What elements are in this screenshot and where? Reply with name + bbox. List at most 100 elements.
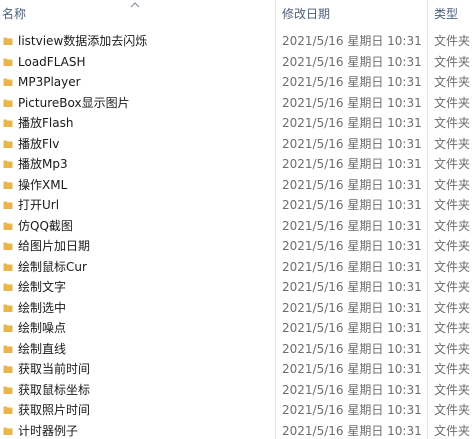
file-date-modified: 2021/5/16 星期日 10:31	[282, 136, 422, 151]
file-type: 文件夹	[434, 34, 471, 48]
file-type: 文件夹	[434, 362, 471, 376]
file-name[interactable]: 获取当前时间	[18, 359, 90, 380]
file-name[interactable]: 播放Flash	[18, 113, 73, 134]
folder-icon	[3, 140, 13, 148]
file-name[interactable]: 打开Url	[18, 195, 59, 216]
folder-icon	[3, 119, 13, 127]
folder-icon	[3, 406, 13, 414]
file-type: 文件夹	[434, 157, 471, 171]
file-name[interactable]: MP3Player	[18, 72, 81, 93]
file-name[interactable]: 给图片加日期	[18, 236, 90, 257]
file-date-modified: 2021/5/16 星期日 10:31	[282, 116, 422, 130]
file-date-modified: 2021/5/16 星期日 10:31	[282, 54, 422, 69]
file-row[interactable]: 绘制鼠标Cur 2021/5/16 星期日 10:31 文件夹	[0, 257, 474, 278]
file-date-modified: 2021/5/16 星期日 10:31	[282, 259, 422, 274]
file-type: 文件夹	[434, 423, 471, 438]
file-row[interactable]: 绘制直线 2021/5/16 星期日 10:31 文件夹	[0, 339, 474, 360]
folder-icon	[3, 78, 13, 86]
file-date-modified: 2021/5/16 星期日 10:31	[282, 382, 422, 397]
column-header-date-modified[interactable]: 修改日期	[276, 0, 430, 29]
file-name[interactable]: 绘制直线	[18, 339, 66, 360]
folder-icon	[3, 263, 13, 271]
file-date-modified: 2021/5/16 星期日 10:31	[282, 157, 422, 171]
file-name[interactable]: 播放Mp3	[18, 154, 68, 175]
file-name[interactable]: 操作XML	[18, 175, 67, 196]
file-date-modified: 2021/5/16 星期日 10:31	[282, 300, 422, 315]
file-row[interactable]: 操作XML 2021/5/16 星期日 10:31 文件夹	[0, 175, 474, 196]
file-date-modified: 2021/5/16 星期日 10:31	[282, 34, 422, 48]
file-row[interactable]: listview数据添加去闪烁 2021/5/16 星期日 10:31 文件夹	[0, 31, 474, 52]
folder-icon	[3, 222, 13, 230]
file-type: 文件夹	[434, 382, 471, 397]
folder-icon	[3, 37, 13, 45]
file-type: 文件夹	[434, 403, 471, 417]
file-row[interactable]: LoadFLASH 2021/5/16 星期日 10:31 文件夹	[0, 52, 474, 73]
column-header-type-label: 类型	[434, 7, 459, 21]
file-name[interactable]: PictureBox显示图片	[18, 93, 130, 114]
folder-icon	[3, 304, 13, 312]
file-type: 文件夹	[434, 341, 471, 356]
file-type: 文件夹	[434, 54, 471, 69]
file-row[interactable]: 获取当前时间 2021/5/16 星期日 10:31 文件夹	[0, 359, 474, 380]
file-date-modified: 2021/5/16 星期日 10:31	[282, 423, 422, 438]
file-row[interactable]: 获取照片时间 2021/5/16 星期日 10:31 文件夹	[0, 400, 474, 421]
file-row[interactable]: PictureBox显示图片 2021/5/16 星期日 10:31 文件夹	[0, 93, 474, 114]
file-name[interactable]: 仿QQ截图	[18, 216, 73, 237]
folder-icon	[3, 181, 13, 189]
file-row[interactable]: 播放Mp3 2021/5/16 星期日 10:31 文件夹	[0, 154, 474, 175]
folder-icon	[3, 160, 13, 168]
folder-icon	[3, 283, 13, 291]
column-header-type[interactable]: 类型	[428, 0, 474, 29]
file-row[interactable]: MP3Player 2021/5/16 星期日 10:31 文件夹	[0, 72, 474, 93]
file-row[interactable]: 获取鼠标坐标 2021/5/16 星期日 10:31 文件夹	[0, 380, 474, 401]
file-type: 文件夹	[434, 75, 471, 89]
column-header-date-label: 修改日期	[282, 7, 331, 21]
file-type: 文件夹	[434, 198, 471, 212]
file-row[interactable]: 计时器例子 2021/5/16 星期日 10:31 文件夹	[0, 421, 474, 439]
column-header-name-label: 名称	[2, 7, 27, 21]
file-name[interactable]: LoadFLASH	[18, 52, 86, 73]
file-name[interactable]: 绘制选中	[18, 298, 66, 319]
file-name[interactable]: 绘制鼠标Cur	[18, 257, 87, 278]
file-date-modified: 2021/5/16 星期日 10:31	[282, 403, 422, 417]
file-date-modified: 2021/5/16 星期日 10:31	[282, 95, 422, 110]
folder-icon	[3, 365, 13, 373]
file-row[interactable]: 绘制选中 2021/5/16 星期日 10:31 文件夹	[0, 298, 474, 319]
folder-icon	[3, 99, 13, 107]
file-date-modified: 2021/5/16 星期日 10:31	[282, 75, 422, 89]
sort-ascending-icon	[130, 2, 140, 8]
folder-icon	[3, 58, 13, 66]
file-date-modified: 2021/5/16 星期日 10:31	[282, 198, 422, 212]
file-name[interactable]: listview数据添加去闪烁	[18, 31, 147, 52]
file-date-modified: 2021/5/16 星期日 10:31	[282, 177, 422, 192]
folder-icon	[3, 324, 13, 332]
file-type: 文件夹	[434, 239, 471, 253]
file-row[interactable]: 播放Flv 2021/5/16 星期日 10:31 文件夹	[0, 134, 474, 155]
file-row[interactable]: 仿QQ截图 2021/5/16 星期日 10:31 文件夹	[0, 216, 474, 237]
folder-icon	[3, 345, 13, 353]
folder-icon	[3, 201, 13, 209]
file-row[interactable]: 绘制文字 2021/5/16 星期日 10:31 文件夹	[0, 277, 474, 298]
file-type: 文件夹	[434, 300, 471, 315]
file-date-modified: 2021/5/16 星期日 10:31	[282, 321, 422, 335]
file-row[interactable]: 绘制噪点 2021/5/16 星期日 10:31 文件夹	[0, 318, 474, 339]
file-type: 文件夹	[434, 116, 471, 130]
file-name[interactable]: 绘制文字	[18, 277, 66, 298]
file-row[interactable]: 打开Url 2021/5/16 星期日 10:31 文件夹	[0, 195, 474, 216]
file-date-modified: 2021/5/16 星期日 10:31	[282, 362, 422, 376]
file-type: 文件夹	[434, 177, 471, 192]
file-name[interactable]: 播放Flv	[18, 134, 59, 155]
folder-icon	[3, 242, 13, 250]
file-name[interactable]: 获取照片时间	[18, 400, 90, 421]
file-type: 文件夹	[434, 321, 471, 335]
file-row[interactable]: 播放Flash 2021/5/16 星期日 10:31 文件夹	[0, 113, 474, 134]
file-row[interactable]: 给图片加日期 2021/5/16 星期日 10:31 文件夹	[0, 236, 474, 257]
file-list-view: 名称 修改日期 类型 listview数据添加去闪烁 2021/5/16 星期日 …	[0, 0, 474, 439]
file-name[interactable]: 获取鼠标坐标	[18, 380, 90, 401]
file-type: 文件夹	[434, 218, 471, 233]
file-type: 文件夹	[434, 136, 471, 151]
folder-icon	[3, 386, 13, 394]
file-name[interactable]: 绘制噪点	[18, 318, 66, 339]
file-name[interactable]: 计时器例子	[18, 421, 78, 439]
file-date-modified: 2021/5/16 星期日 10:31	[282, 218, 422, 233]
